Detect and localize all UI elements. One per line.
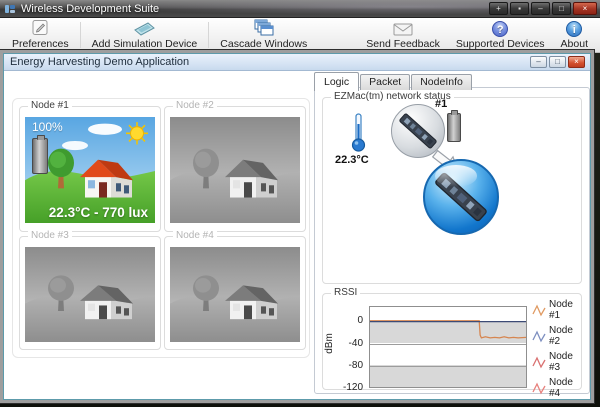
main-caption-buttons: + ▪ – □ × — [489, 2, 597, 15]
about-button[interactable]: i About — [553, 18, 596, 52]
legend-item: Node #4 — [532, 377, 581, 399]
node1-battery-percent: 100% — [32, 120, 63, 134]
main-titlebar: Wireless Development Suite + ▪ – □ × — [0, 0, 600, 18]
child-window: Energy Harvesting Demo Application – □ ×… — [3, 53, 591, 400]
toolbar: Preferences Add Simulation Device Cascad… — [0, 18, 600, 53]
desktop-background: Wireless Development Suite + ▪ – □ × Pre… — [0, 0, 600, 407]
envelope-icon — [392, 20, 414, 37]
toolbar-separator — [79, 22, 81, 48]
node3-label: Node #3 — [28, 230, 72, 241]
window-title: Wireless Development Suite — [21, 2, 160, 15]
node4-group: Node #4 — [164, 230, 306, 350]
cascade-windows-icon — [253, 19, 275, 37]
supported-devices-button[interactable]: ? Supported Devices — [448, 18, 553, 52]
simulation-device-icon — [132, 19, 156, 37]
child-close-button[interactable]: × — [568, 56, 585, 68]
y-tick: -80 — [348, 360, 363, 371]
tab-packet[interactable]: Packet — [360, 74, 411, 90]
child-caption-buttons: – □ × — [530, 56, 585, 68]
child-client-area: Node #1 100% 22.3°C - 770 lux Node #2 No… — [4, 71, 590, 399]
node4-label: Node #4 — [173, 230, 217, 241]
minimize-button[interactable]: – — [531, 2, 550, 15]
node2-group: Node #2 — [164, 100, 306, 232]
node2-scene[interactable] — [170, 117, 300, 223]
add-simulation-device-button[interactable]: Add Simulation Device — [84, 18, 206, 52]
node1-group: Node #1 100% 22.3°C - 770 lux — [19, 100, 161, 232]
node1-scene[interactable]: 100% 22.3°C - 770 lux — [25, 117, 155, 223]
close-button[interactable]: × — [573, 2, 597, 15]
toolbar-separator — [208, 22, 210, 48]
node2-label: Node #2 — [173, 100, 217, 111]
app-icon — [5, 4, 15, 13]
preferences-icon — [30, 19, 50, 37]
chart-legend: Node #1 Node #2 Node #3 Node #4 — [532, 299, 581, 399]
line-swatch-icon — [532, 355, 546, 368]
tabstrip: Logic Packet NodeInfo — [314, 72, 473, 91]
battery-icon — [447, 110, 461, 142]
node3-group: Node #3 — [19, 230, 161, 350]
rssi-group-label: RSSI — [331, 287, 361, 298]
mdi-client-area: Energy Harvesting Demo Application – □ ×… — [3, 53, 591, 400]
rssi-series-lines — [370, 307, 526, 387]
battery-icon — [32, 135, 48, 174]
child-window-title: Energy Harvesting Demo Application — [10, 56, 190, 68]
y-tick: -120 — [342, 382, 363, 393]
node3-scene[interactable] — [25, 247, 155, 342]
child-minimize-button[interactable]: – — [530, 56, 547, 68]
thermometer-icon — [351, 113, 366, 152]
rssi-chart-plot — [369, 306, 527, 388]
child-maximize-button[interactable]: □ — [549, 56, 566, 68]
maximize-button[interactable]: □ — [552, 2, 571, 15]
legend-item: Node #1 — [532, 299, 581, 321]
question-icon: ? — [492, 20, 509, 37]
send-feedback-button[interactable]: Send Feedback — [358, 18, 448, 52]
master-node-icon[interactable] — [423, 159, 499, 235]
network-status-group: EZMac(tm) network status 22.3°C #1 — [322, 91, 582, 284]
line-swatch-icon — [532, 303, 546, 316]
node1-label: Node #1 — [28, 100, 72, 111]
tab-logic[interactable]: Logic — [314, 72, 360, 91]
info-icon: i — [566, 20, 583, 37]
node-number-badge: #1 — [435, 98, 448, 110]
rssi-group: RSSI dBm 0 -40 -80 -120 Node #1 Node #2 … — [322, 287, 582, 399]
line-swatch-icon — [532, 381, 546, 394]
node4-scene[interactable] — [170, 247, 300, 342]
legend-item: Node #3 — [532, 351, 581, 373]
node1-status-text: 22.3°C - 770 lux — [48, 205, 148, 220]
move-button[interactable]: + — [489, 2, 508, 15]
line-swatch-icon — [532, 329, 546, 342]
child-titlebar: Energy Harvesting Demo Application – □ × — [4, 54, 590, 71]
temperature-value: 22.3°C — [335, 154, 369, 166]
cascade-windows-button[interactable]: Cascade Windows — [212, 18, 315, 52]
preferences-button[interactable]: Preferences — [4, 18, 77, 52]
y-tick: 0 — [357, 315, 363, 326]
legend-item: Node #2 — [532, 325, 581, 347]
main-window: Wireless Development Suite + ▪ – □ × Pre… — [0, 0, 600, 407]
dock-button[interactable]: ▪ — [510, 2, 529, 15]
tab-nodeinfo[interactable]: NodeInfo — [411, 74, 472, 90]
y-tick: -40 — [348, 338, 363, 349]
logic-tabpage: EZMac(tm) network status 22.3°C #1 RSSI … — [314, 87, 590, 399]
